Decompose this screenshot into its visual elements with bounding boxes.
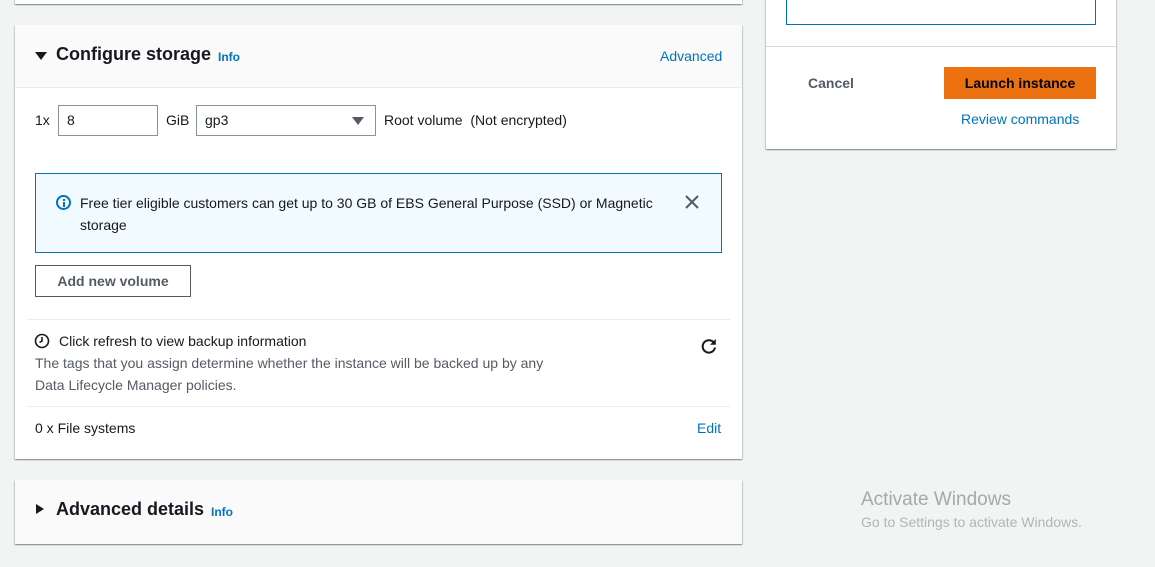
encryption-status: (Not encrypted) <box>470 112 567 128</box>
divider <box>27 406 730 407</box>
caret-down-icon <box>352 117 364 125</box>
clock-icon <box>34 333 50 349</box>
activate-windows-subtitle: Go to Settings to activate Windows. <box>861 514 1082 530</box>
file-systems-edit-link[interactable]: Edit <box>697 420 721 436</box>
cancel-button[interactable]: Cancel <box>808 75 854 91</box>
advanced-details-title: Advanced details <box>56 499 205 519</box>
advanced-details-info-link[interactable]: Info <box>211 505 233 519</box>
summary-panel: Cancel Launch instance Review commands <box>766 0 1116 149</box>
storage-info-link[interactable]: Info <box>218 50 240 64</box>
volume-size-input[interactable]: 8 <box>58 105 158 136</box>
free-tier-alert-text: Free tier eligible customers can get up … <box>80 195 653 233</box>
storage-advanced-link[interactable]: Advanced <box>660 48 722 64</box>
file-systems-count: 0 x File systems <box>35 420 136 436</box>
review-commands-link[interactable]: Review commands <box>961 111 1079 127</box>
volume-type-select[interactable]: gp3 <box>196 105 376 136</box>
backup-info-description: The tags that you assign determine wheth… <box>35 355 544 393</box>
configure-storage-title: Configure storage <box>56 44 212 64</box>
caret-down-icon[interactable] <box>35 52 47 60</box>
launch-instance-button[interactable]: Launch instance <box>944 67 1096 99</box>
configure-storage-header[interactable]: Configure storage Info Advanced <box>15 25 742 88</box>
info-circle-icon <box>56 195 71 210</box>
activate-windows-title: Activate Windows <box>861 489 1011 510</box>
add-new-volume-button[interactable]: Add new volume <box>35 265 191 297</box>
volume-size-unit: GiB <box>166 112 190 128</box>
close-icon[interactable] <box>684 194 700 210</box>
divider <box>766 46 1116 47</box>
volume-type-value: gp3 <box>205 112 229 128</box>
root-volume-label: Root volume (Not encrypted) <box>384 112 567 128</box>
backup-info-title: Click refresh to view backup information <box>59 333 307 349</box>
free-tier-alert: Free tier eligible customers can get up … <box>35 173 722 253</box>
caret-right-icon[interactable] <box>36 504 44 514</box>
previous-section-panel <box>15 0 742 4</box>
advanced-details-panel[interactable]: Advanced details Info <box>15 480 742 544</box>
root-volume-name: Root volume <box>384 112 463 128</box>
divider <box>27 319 730 320</box>
refresh-icon[interactable] <box>700 337 718 355</box>
configure-storage-panel: Configure storage Info Advanced 1x 8 GiB… <box>15 25 742 459</box>
volume-count-label: 1x <box>35 112 50 128</box>
summary-text-field[interactable] <box>786 0 1096 25</box>
